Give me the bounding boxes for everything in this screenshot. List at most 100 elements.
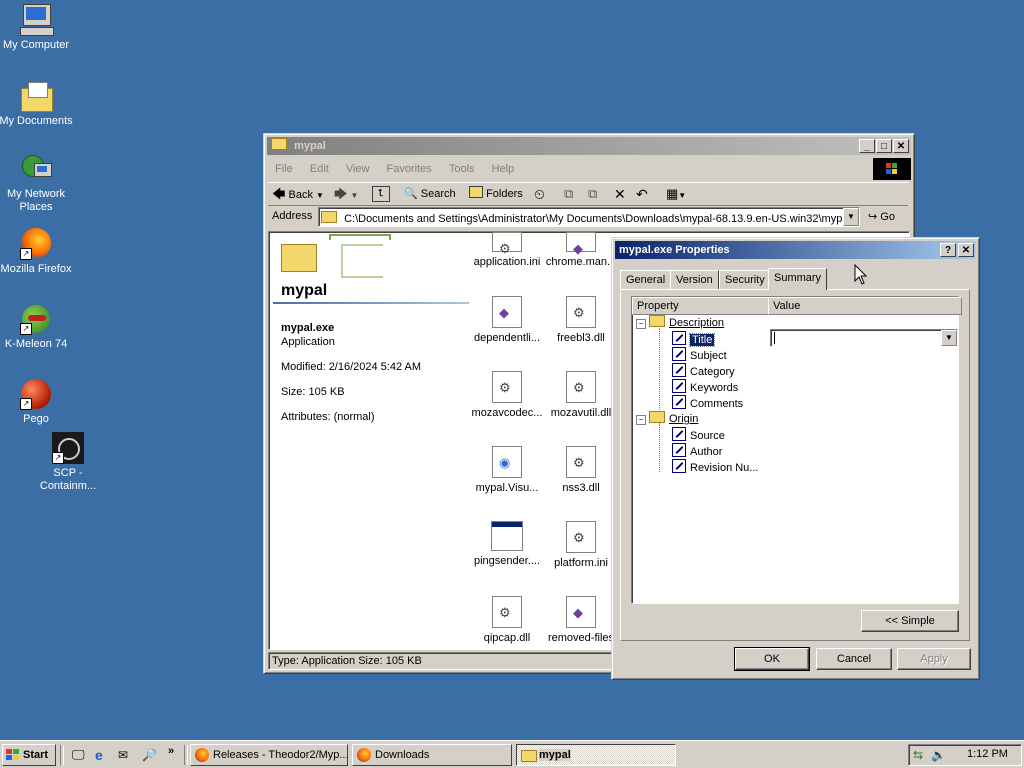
- tree-item-author[interactable]: Author: [672, 443, 722, 459]
- delete-button[interactable]: ✕: [614, 185, 626, 203]
- tree-item-keywords[interactable]: Keywords: [672, 379, 738, 395]
- folder-icon: [271, 138, 287, 150]
- go-button[interactable]: ↪ Go: [868, 209, 895, 225]
- close-button[interactable]: ✕: [893, 139, 909, 153]
- address-dropdown-button[interactable]: ▼: [843, 208, 859, 226]
- tree-item-subject[interactable]: Subject: [672, 347, 727, 363]
- menu-help[interactable]: Help: [485, 159, 522, 179]
- history-button[interactable]: ⏲: [534, 185, 545, 203]
- tree-group-origin[interactable]: − Origin: [636, 411, 698, 427]
- shortcut-arrow-icon: ↗: [20, 248, 32, 260]
- file-item[interactable]: pingsender....: [467, 521, 547, 567]
- file-item[interactable]: ⚙ nss3.dll: [541, 446, 621, 494]
- desktop-icon-mozilla-firefox[interactable]: ↗ Mozilla Firefox: [0, 228, 74, 276]
- column-header-property[interactable]: Property: [632, 297, 771, 315]
- dll-file-icon: ⚙: [492, 596, 522, 628]
- tree-item-category[interactable]: Category: [672, 363, 735, 379]
- folder-icon: [321, 211, 337, 223]
- tree-group-description[interactable]: − Description: [636, 315, 724, 331]
- tree-item-source[interactable]: Source: [672, 427, 725, 443]
- undo-button[interactable]: ↶: [636, 185, 648, 203]
- forward-button[interactable]: 🡆 ▼: [334, 185, 358, 203]
- task-button-releases[interactable]: Releases - Theodor2/Myp...: [190, 744, 348, 766]
- file-item[interactable]: ◆ dependentli...: [467, 296, 547, 344]
- explorer-title-bar[interactable]: mypal _ □ ✕: [267, 137, 911, 155]
- dialog-title-bar[interactable]: mypal.exe Properties ? ✕: [615, 241, 976, 259]
- network-icon: [20, 153, 52, 185]
- property-icon: [672, 395, 686, 409]
- folders-icon: [469, 186, 483, 198]
- copy-to-button[interactable]: ⧉: [588, 185, 597, 203]
- tree-item-revision-number[interactable]: Revision Nu...: [672, 459, 758, 475]
- network-tray-icon[interactable]: ⇆: [913, 747, 929, 763]
- address-input[interactable]: C:\Documents and Settings\Administrator\…: [318, 207, 860, 227]
- close-button[interactable]: ✕: [958, 243, 974, 257]
- views-button[interactable]: ▦▼: [666, 185, 686, 205]
- tab-strip: General Version Security Summary: [620, 268, 970, 290]
- start-button[interactable]: Start: [2, 744, 56, 766]
- quick-launch-desktop-icon[interactable]: 🖵: [72, 747, 88, 763]
- dll-file-icon: ⚙: [566, 296, 596, 328]
- volume-tray-icon[interactable]: 🔈: [931, 747, 947, 763]
- move-to-button[interactable]: ⧉: [564, 185, 573, 203]
- search-button[interactable]: 🔍 Search: [404, 185, 456, 203]
- property-icon: [672, 331, 686, 345]
- file-item[interactable]: ⚙ freebl3.dll: [541, 296, 621, 344]
- menu-favorites[interactable]: Favorites: [380, 159, 439, 179]
- desktop-icon-my-documents[interactable]: My Documents: [0, 80, 74, 128]
- chevron-right-icon[interactable]: »: [168, 745, 174, 757]
- tree-item-comments[interactable]: Comments: [672, 395, 743, 411]
- tab-summary[interactable]: Summary: [768, 268, 828, 290]
- property-icon: [672, 347, 686, 361]
- tree-item-title[interactable]: Title: [672, 331, 716, 347]
- desktop-icon-label: Pego: [23, 413, 49, 425]
- tab-version[interactable]: Version: [670, 270, 719, 290]
- cancel-button[interactable]: Cancel: [816, 648, 892, 670]
- file-item[interactable]: ◆ chrome.man...: [541, 232, 621, 268]
- tab-security[interactable]: Security: [719, 270, 771, 290]
- file-item[interactable]: ◆ removed-files: [541, 596, 621, 644]
- file-item[interactable]: ⚙ mozavutil.dll: [541, 371, 621, 419]
- task-button-downloads[interactable]: Downloads: [352, 744, 512, 766]
- file-item[interactable]: ⚙ platform.ini: [541, 521, 621, 569]
- desktop-icon-k-meleon[interactable]: ↗ K-Meleon 74: [0, 303, 74, 351]
- desktop-icon-my-computer[interactable]: My Computer: [0, 4, 74, 52]
- help-button[interactable]: ?: [940, 243, 956, 257]
- quick-launch-explorer-icon[interactable]: 🔎: [142, 747, 158, 763]
- taskbar-separator: [60, 745, 64, 765]
- clock[interactable]: 1:12 PM: [967, 748, 1008, 760]
- file-item[interactable]: ⚙ application.ini: [467, 232, 547, 268]
- menu-tools[interactable]: Tools: [442, 159, 482, 179]
- quick-launch-ie-icon[interactable]: e: [95, 747, 111, 763]
- menu-view[interactable]: View: [339, 159, 377, 179]
- file-item[interactable]: ⚙ mozavcodec...: [467, 371, 547, 419]
- back-button[interactable]: 🡄 Back ▼: [272, 185, 332, 203]
- title-value-combobox[interactable]: ▼: [770, 329, 958, 347]
- menu-file[interactable]: File: [268, 159, 300, 179]
- quick-launch-outlook-icon[interactable]: ✉: [118, 747, 134, 763]
- file-item[interactable]: ◉ mypal.Visu...: [467, 446, 547, 494]
- taskbar-separator: [184, 745, 188, 765]
- tab-general[interactable]: General: [620, 270, 672, 290]
- combobox-dropdown-button[interactable]: ▼: [941, 330, 957, 346]
- desktop-icon-pego[interactable]: ↗ Pego: [0, 378, 74, 426]
- properties-dialog[interactable]: mypal.exe Properties ? ✕ General Version…: [611, 237, 980, 680]
- menu-edit[interactable]: Edit: [303, 159, 336, 179]
- desktop-icon-scp[interactable]: ↗ SCP - Containm...: [30, 432, 106, 493]
- folders-button[interactable]: Folders: [469, 185, 523, 203]
- minimize-button[interactable]: _: [859, 139, 875, 153]
- simple-button[interactable]: << Simple: [861, 610, 959, 632]
- file-item[interactable]: ⚙ qipcap.dll: [467, 596, 547, 644]
- task-button-mypal[interactable]: mypal: [516, 744, 676, 766]
- exe-file-icon: [491, 521, 523, 551]
- up-folder-button[interactable]: ⮤: [372, 186, 390, 202]
- column-header-value[interactable]: Value: [768, 297, 962, 315]
- ini-file-icon: ⚙: [566, 521, 596, 553]
- maximize-button[interactable]: □: [876, 139, 892, 153]
- desktop-icon-label: My Documents: [0, 115, 73, 127]
- firefox-icon: [195, 748, 209, 762]
- folder-banner: [269, 232, 391, 280]
- desktop-icon-my-network-places[interactable]: My Network Places: [0, 153, 74, 214]
- apply-button[interactable]: Apply: [897, 648, 971, 670]
- ok-button[interactable]: OK: [734, 647, 810, 671]
